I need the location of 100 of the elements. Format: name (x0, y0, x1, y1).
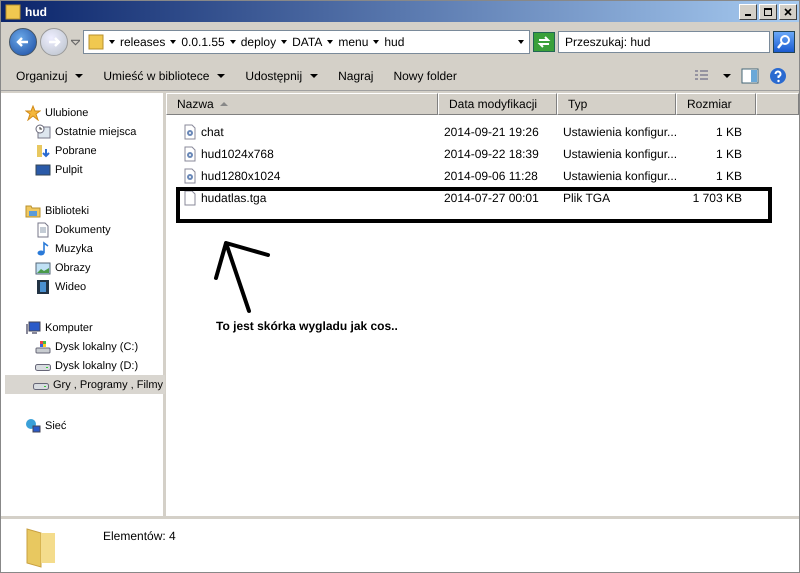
caret-icon[interactable] (723, 72, 731, 80)
address-bar[interactable]: releases 0.0.1.55 deploy DATA menu hud (83, 30, 530, 54)
caret-icon[interactable] (280, 38, 288, 46)
file-name: hud1280x1024 (201, 169, 280, 183)
maximize-icon (763, 6, 773, 16)
file-name: hud1024x768 (201, 147, 274, 161)
landscape-image-icon (35, 260, 51, 276)
search-icon (776, 34, 792, 50)
sort-arrow-icon (220, 101, 228, 107)
file-row[interactable]: hudatlas.tga 2014-07-27 00:01 Plik TGA 1 703 KB (166, 187, 799, 209)
table-cell-text: Ustawienia konfigur... (562, 147, 676, 161)
refresh-button[interactable] (533, 32, 555, 52)
caret-icon[interactable] (228, 38, 237, 46)
nav-item[interactable]: Gry , Programy , Filmy (5, 375, 165, 394)
computer-icon (25, 320, 41, 336)
search-field[interactable]: Przeszukaj: hud (558, 31, 770, 53)
table-cell-text: 2014-07-27 00:01 (443, 191, 540, 205)
folder-icon (5, 4, 21, 20)
drive-icon (33, 383, 49, 390)
breadcrumb[interactable]: releases (120, 35, 166, 49)
toolbar-button[interactable]: Organizuj (7, 66, 92, 86)
breadcrumb[interactable]: DATA (292, 35, 322, 49)
file-row[interactable]: hud1024x768 2014-09-22 18:39 Ustawienia konfigur... 1 KB (166, 143, 799, 165)
column-header[interactable]: Data modyfikacji (438, 93, 557, 115)
maximize-button[interactable] (759, 4, 777, 20)
nav-item[interactable]: Pulpit (1, 160, 163, 179)
gear-document-icon (182, 124, 198, 140)
folder-arrow-icon (35, 142, 51, 158)
nav-item[interactable]: Obrazy (1, 258, 163, 277)
breadcrumb[interactable]: deploy (240, 35, 276, 49)
nav-item[interactable]: Dokumenty (1, 220, 163, 239)
caret-icon (217, 72, 226, 80)
pane-icon (741, 68, 759, 84)
film-strip-icon (35, 278, 51, 294)
breadcrumb[interactable]: hud (384, 35, 404, 49)
nav-item[interactable]: Pobrane (1, 141, 163, 160)
file-name: chat (201, 125, 224, 139)
network-globe-icon (25, 418, 41, 434)
toolbar-button[interactable]: Umieść w bibliotece (94, 66, 234, 86)
item-count: Elementów: 4 (103, 528, 176, 543)
table-cell-text: 1 KB (714, 169, 742, 183)
star-icon (25, 104, 41, 120)
music-note-icon (35, 240, 51, 256)
caret-icon[interactable] (372, 38, 380, 46)
table-cell-text: Ustawienia konfigur... (562, 125, 676, 139)
breadcrumb[interactable]: 0.0.1.55 (181, 35, 225, 49)
nav-group[interactable]: Komputer (1, 318, 163, 337)
column-header[interactable]: Rozmiar (676, 93, 756, 115)
caret-icon[interactable] (169, 38, 178, 46)
file-name: hudatlas.tga (201, 191, 266, 205)
caret-icon (310, 72, 318, 80)
table-cell-text: 1 KB (714, 125, 742, 139)
toolbar-button[interactable]: Nowy folder (384, 66, 466, 86)
back-button[interactable] (9, 28, 37, 56)
caret-icon[interactable] (517, 38, 525, 46)
table-cell-text: 1 KB (714, 147, 742, 161)
library-folder-icon (25, 202, 41, 218)
folder-icon (88, 34, 104, 50)
nav-item[interactable]: Dysk lokalny (D:) (1, 356, 163, 375)
column-header[interactable]: Typ (557, 93, 676, 115)
table-cell-text: 2014-09-22 18:39 (443, 147, 540, 161)
caret-icon (75, 72, 84, 80)
system-drive-icon (35, 338, 51, 354)
nav-item[interactable]: Ostatnie miejsca (1, 122, 163, 141)
window-title: hud (25, 4, 47, 18)
toolbar-button[interactable]: Nagraj (329, 66, 382, 86)
nav-item[interactable]: Wideo (1, 277, 163, 296)
file-row[interactable]: chat 2014-09-21 19:26 Ustawienia konfigur... 1 KB (166, 121, 799, 143)
close-button[interactable] (779, 4, 797, 20)
caret-icon[interactable] (108, 38, 116, 46)
clock-document-icon (35, 124, 51, 140)
gear-document-icon (182, 146, 198, 162)
close-icon (783, 6, 793, 16)
nav-group[interactable]: Sieć (1, 416, 163, 435)
help-icon (769, 67, 787, 85)
document-icon (35, 222, 51, 238)
nav-item[interactable]: Dysk lokalny (C:) (1, 337, 163, 356)
blank-document-icon (182, 190, 198, 206)
table-cell-text: 2014-09-06 11:28 (443, 169, 539, 183)
help-button[interactable] (769, 67, 787, 85)
table-cell-text: Ustawienia konfigur... (562, 169, 676, 183)
nav-item[interactable]: Muzyka (1, 239, 163, 258)
caret-icon[interactable] (326, 38, 334, 46)
drive-icon (35, 364, 51, 371)
minimize-icon (745, 14, 751, 16)
gear-document-icon (182, 168, 198, 184)
nav-group[interactable]: Biblioteki (1, 201, 163, 220)
breadcrumb[interactable]: menu (338, 35, 368, 49)
toolbar-button[interactable]: Udostępnij (236, 66, 328, 86)
table-cell-text: 1 703 KB (692, 191, 742, 205)
nav-group[interactable]: Ulubione (1, 103, 163, 122)
annotation-text: To jest skórka wygladu jak cos.. (216, 319, 398, 333)
preview-pane-button[interactable] (741, 68, 759, 84)
refresh-arrows-icon (536, 34, 552, 50)
monitor-icon (35, 162, 51, 178)
table-cell-text: 2014-09-21 19:26 (443, 125, 540, 139)
search-button[interactable] (773, 31, 795, 53)
column-header[interactable]: Nazwa (166, 93, 438, 115)
file-row[interactable]: hud1280x1024 2014-09-06 11:28 Ustawienia konfigur... 1 KB (166, 165, 799, 187)
minimize-button[interactable] (739, 4, 757, 20)
